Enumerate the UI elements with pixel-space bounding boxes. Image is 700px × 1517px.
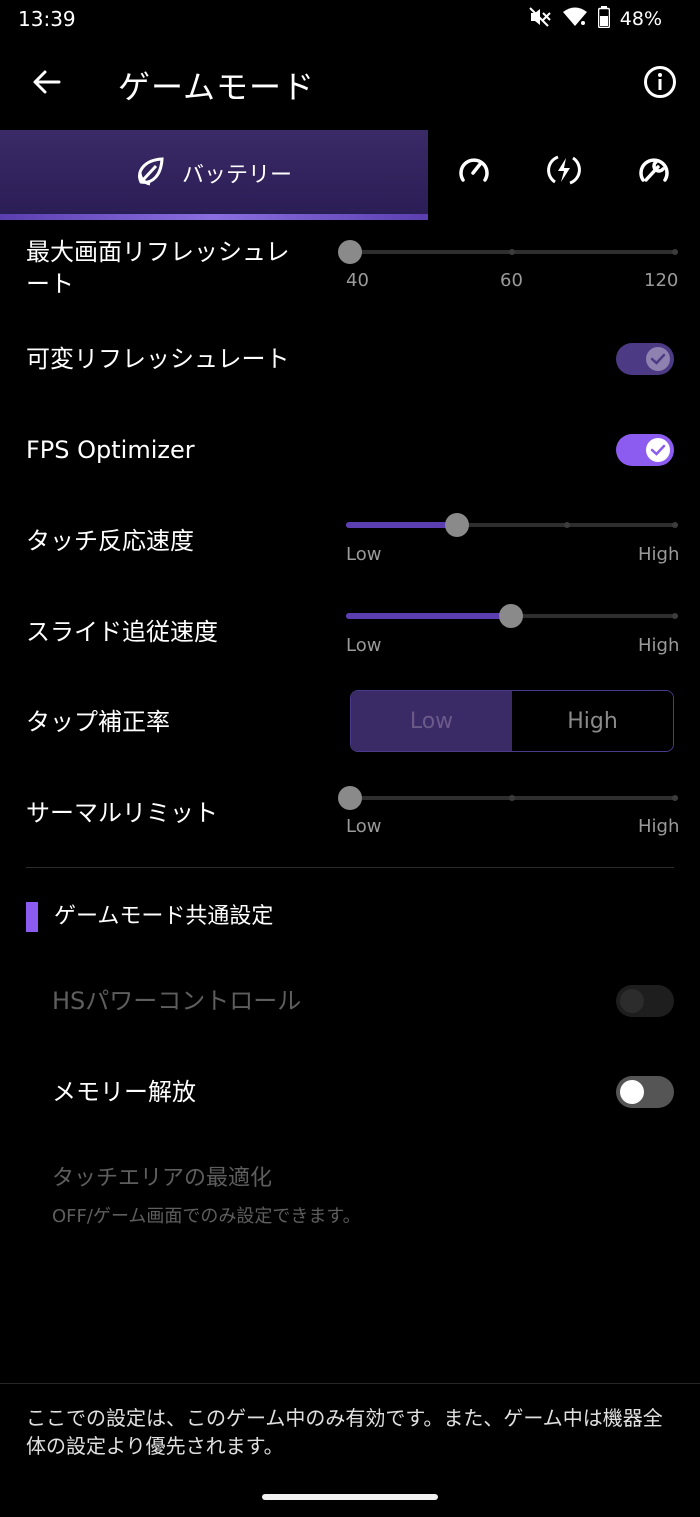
fps-optimizer-toggle[interactable] <box>616 434 674 466</box>
thermal-limit-low: Low <box>346 816 382 837</box>
toggle-knob <box>646 438 670 462</box>
tap-correction-high[interactable]: High <box>512 691 673 751</box>
back-button[interactable] <box>24 64 68 104</box>
slider-thumb[interactable] <box>338 786 362 810</box>
memory-release-toggle[interactable] <box>616 1076 674 1108</box>
thermal-limit-slider[interactable] <box>338 778 678 818</box>
footer-note: ここでの設定は、このゲーム中のみ有効です。また、ゲーム中は機器全体の設定より優先… <box>26 1406 663 1458</box>
hs-power-label: HSパワーコントロール <box>52 987 302 1015</box>
slider-tick <box>346 613 352 619</box>
section-accent-bar <box>26 902 38 932</box>
footer-divider <box>0 1383 700 1384</box>
memory-release-label: メモリー解放 <box>52 1078 196 1106</box>
slide-follow-high: High <box>638 635 680 656</box>
slider-tick <box>346 522 352 528</box>
max-refresh-label-line1: 最大画面リフレッシュレ <box>26 238 290 266</box>
tap-correction-segmented: Low High <box>350 690 674 752</box>
slider-thumb[interactable] <box>338 240 362 264</box>
tab-battery[interactable]: バッテリー <box>0 130 428 220</box>
max-refresh-label-line2: ート <box>26 270 74 298</box>
slider-tick <box>509 795 515 801</box>
touch-response-label: タッチ反応速度 <box>26 527 194 555</box>
page-title: ゲームモード <box>118 68 316 106</box>
section-divider <box>26 867 674 868</box>
slide-follow-label: スライド追従速度 <box>26 618 218 646</box>
tab-boost[interactable] <box>544 152 584 192</box>
app-bar: ゲームモード <box>0 52 700 116</box>
touch-area-hint: OFF/ゲーム画面でのみ設定できます。 <box>52 1206 361 1227</box>
gesture-nav-bar[interactable] <box>262 1494 438 1500</box>
slider-tick <box>509 249 515 255</box>
tap-correction-low[interactable]: Low <box>351 691 512 751</box>
slider-fill <box>346 613 511 619</box>
toggle-knob <box>620 989 644 1013</box>
tick-120: 120 <box>644 270 679 291</box>
mute-icon <box>528 6 552 32</box>
slider-tick <box>672 522 678 528</box>
slider-thumb[interactable] <box>499 604 523 628</box>
touch-response-slider[interactable] <box>346 505 678 545</box>
slider-tick <box>672 249 678 255</box>
variable-refresh-toggle[interactable] <box>616 343 674 375</box>
tap-correction-label: タップ補正率 <box>26 708 170 736</box>
slider-thumb[interactable] <box>445 513 469 537</box>
hs-power-toggle[interactable] <box>616 985 674 1017</box>
tab-custom[interactable] <box>634 152 674 192</box>
common-section-title: ゲームモード共通設定 <box>54 904 274 929</box>
slider-fill <box>346 522 457 528</box>
battery-icon <box>597 6 611 32</box>
wrench-icon <box>636 152 672 192</box>
toggle-knob <box>646 347 670 371</box>
slide-follow-slider[interactable] <box>346 596 678 636</box>
toggle-knob <box>620 1080 644 1104</box>
arrow-left-icon <box>31 69 61 99</box>
variable-refresh-label: 可変リフレッシュレート <box>26 345 290 373</box>
speedometer-icon <box>456 152 492 192</box>
slider-tick <box>564 522 570 528</box>
info-button[interactable] <box>640 64 680 104</box>
mode-tabs: バッテリー <box>0 130 700 220</box>
max-refresh-slider[interactable] <box>338 232 678 272</box>
tab-underline <box>0 214 428 220</box>
slider-tick <box>672 795 678 801</box>
info-icon <box>643 65 677 103</box>
touch-response-low: Low <box>346 544 382 565</box>
tick-60: 60 <box>500 270 523 291</box>
status-time: 13:39 <box>18 7 76 31</box>
status-bar: 13:39 48% <box>0 0 700 40</box>
tick-40: 40 <box>346 270 369 291</box>
battery-percent: 48% <box>619 8 662 30</box>
touch-response-high: High <box>638 544 680 565</box>
slider-tick <box>672 613 678 619</box>
tab-battery-label: バッテリー <box>182 163 293 188</box>
fps-optimizer-label: FPS Optimizer <box>26 436 195 464</box>
leaf-battery-icon <box>134 154 168 192</box>
thermal-limit-label: サーマルリミット <box>26 799 218 827</box>
touch-area-label: タッチエリアの最適化 <box>52 1166 273 1191</box>
lightning-icon <box>546 152 582 192</box>
max-refresh-label: 最大画面リフレッシュレ ート <box>26 236 290 300</box>
tab-performance[interactable] <box>454 152 494 192</box>
wifi-icon <box>562 6 588 32</box>
thermal-limit-high: High <box>638 816 680 837</box>
slide-follow-low: Low <box>346 635 382 656</box>
